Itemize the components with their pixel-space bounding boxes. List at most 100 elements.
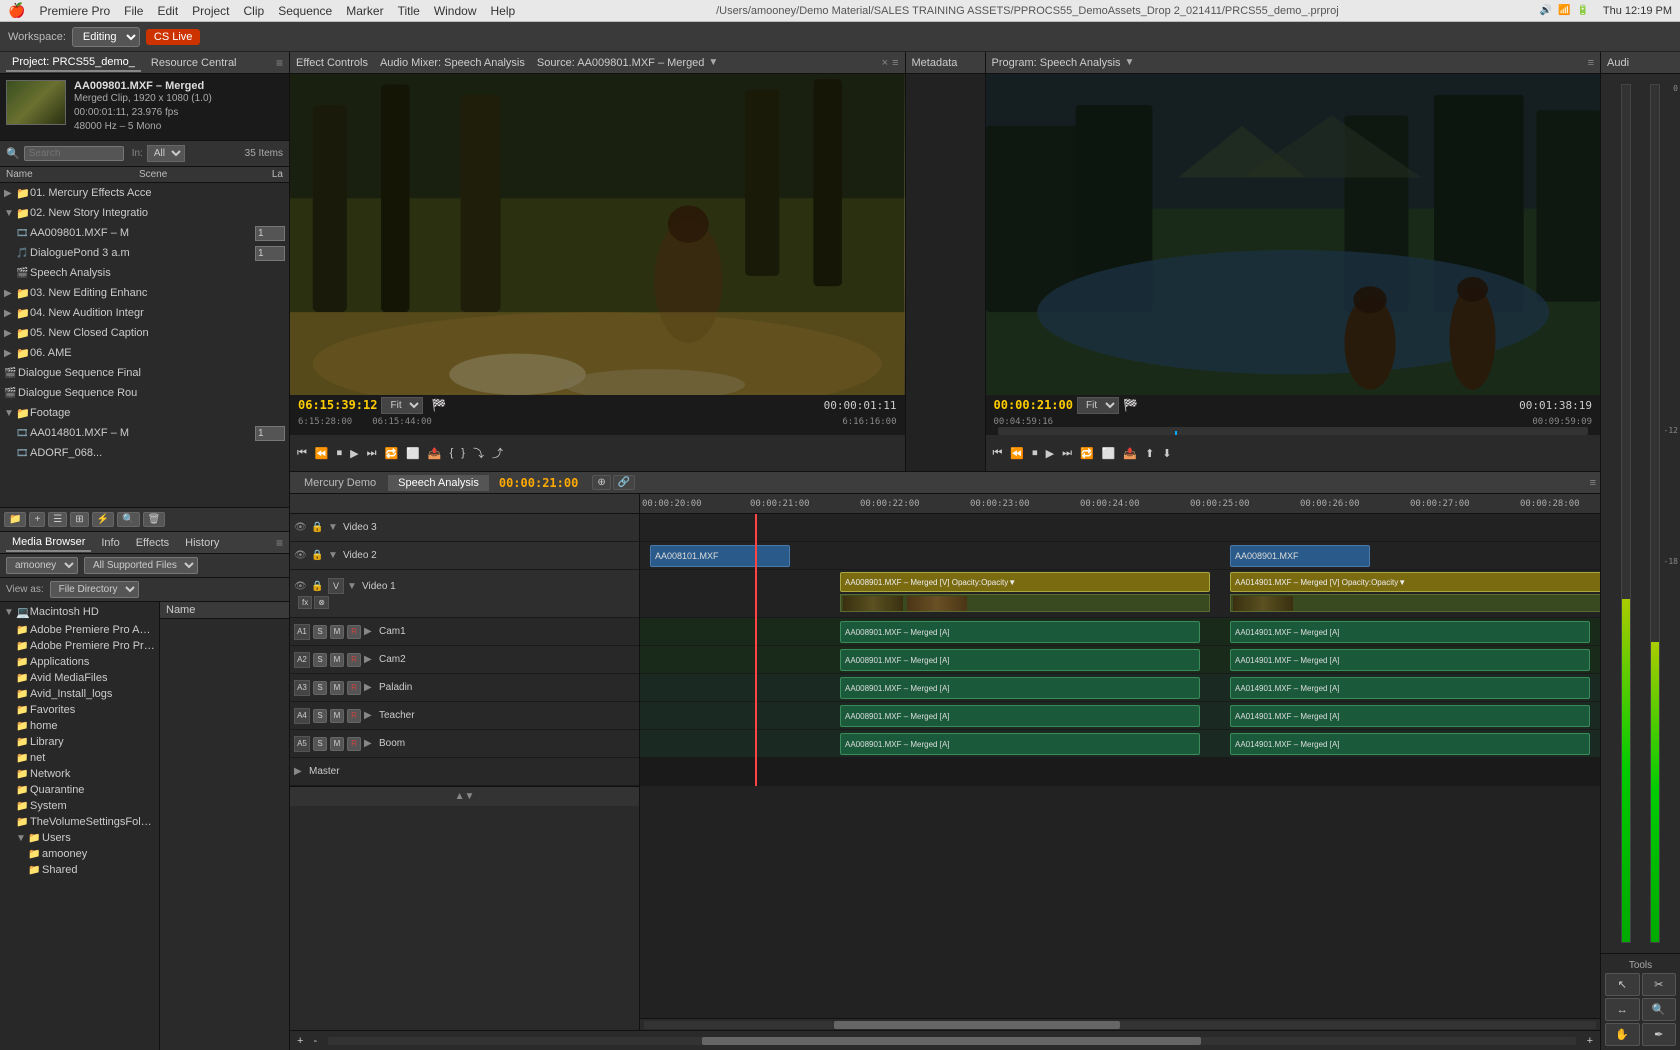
track-expand-icon[interactable]: ▶ [294,766,306,777]
monitor-close-icon[interactable]: × [882,57,888,69]
tree-item[interactable]: 🎬 Dialogue Sequence Final [0,363,289,383]
track-solo-icon[interactable]: S [313,681,327,695]
timeline-tracks-area[interactable]: 00:00:20:00 00:00:21:00 00:00:22:00 00:0… [640,494,1600,1030]
timeline-clip[interactable]: AA014901.MXF – Merged [A] [1230,705,1590,727]
track-v1-effect2[interactable]: ⊗ [314,596,329,609]
tree-item[interactable]: ▼ 📁 Users [0,830,159,846]
track-row-a4[interactable]: AA008901.MXF – Merged [A] AA014901.MXF –… [640,702,1600,730]
source-settings-icon[interactable]: ≡ [892,57,898,69]
track-expand-icon[interactable]: ▶ [364,682,376,693]
list-view-button[interactable]: ☰ [48,512,67,527]
track-mute-icon[interactable]: M [330,737,344,751]
menu-marker[interactable]: Marker [346,4,383,18]
account-dropdown[interactable]: amooney [6,557,78,574]
track-record-icon[interactable]: R [347,737,361,751]
tree-item[interactable]: 📁 amooney [0,846,159,862]
tree-item[interactable]: 📁 Quarantine [0,782,159,798]
track-expand-icon[interactable]: ▶ [364,738,376,749]
timeline-scrollbar[interactable] [640,1018,1600,1030]
source-stop-button[interactable]: ⏹ [334,445,346,462]
tool-zoom-button[interactable]: 🔍 [1642,998,1677,1021]
tree-item[interactable]: ▶ 📁 05. New Closed Caption [0,323,289,343]
source-play-back-button[interactable]: ⏪ [312,445,332,462]
track-solo-icon[interactable]: S [313,709,327,723]
track-record-icon[interactable]: R [347,709,361,723]
menu-edit[interactable]: Edit [157,4,178,18]
tree-item[interactable]: 📁 home [0,718,159,734]
menu-title[interactable]: Title [398,4,420,18]
program-safe-margin-button[interactable]: ⬜ [1099,445,1119,462]
tree-item[interactable]: 📁 Shared [0,862,159,878]
track-mute-icon[interactable]: M [330,653,344,667]
timeline-zoom-out-button[interactable]: - [310,1033,320,1049]
track-eye-icon[interactable]: 👁 [294,550,308,561]
track-lock-icon[interactable]: 🔒 [311,550,325,561]
tree-item[interactable]: 🎞 ADORF_068... [0,443,289,463]
track-record-icon[interactable]: R [347,681,361,695]
view-as-dropdown[interactable]: File Directory [50,581,139,598]
panel-settings-icon[interactable]: ≡ [276,56,283,70]
program-fit-select[interactable]: Fit [1077,397,1119,414]
resource-central-tab[interactable]: Resource Central [145,55,243,71]
tool-ripple-button[interactable]: ↔ [1605,998,1640,1021]
panel-close-icon[interactable]: ≡ [276,536,283,550]
menu-project[interactable]: Project [192,4,229,18]
source-timeline-bar[interactable]: 6:15:28:00 06:15:44:00 6:16:16:00 [290,415,905,435]
timeline-clip[interactable]: AA008901.MXF – Merged [A] [840,705,1200,727]
effect-controls-tab[interactable]: Effect Controls [296,57,368,69]
timeline-clip[interactable]: AA008901.MXF [1230,545,1370,567]
track-expand-icon[interactable]: ▼ [328,550,340,561]
time-ruler[interactable]: 00:00:20:00 00:00:21:00 00:00:22:00 00:0… [640,494,1600,514]
source-video-display[interactable] [290,74,905,395]
track-mute-icon[interactable]: M [330,681,344,695]
tree-item[interactable]: 🎵 DialoguePond 3 a.m [0,243,289,263]
metadata-tab[interactable]: Metadata [912,57,958,69]
timeline-clip[interactable]: AA014901.MXF – Merged [A] [1230,621,1590,643]
track-row-master[interactable] [640,758,1600,786]
program-video-display[interactable] [986,74,1601,395]
cs-live-button[interactable]: CS Live [146,29,201,45]
a2-label[interactable]: A2 [294,652,310,668]
timeline-clip[interactable]: AA014901.MXF – Merged [A] [1230,733,1590,755]
apple-menu[interactable]: 🍎 [8,2,25,19]
source-step-back-button[interactable]: ⏮ [294,445,310,462]
program-loop-button[interactable]: 🔁 [1077,445,1097,462]
a3-label[interactable]: A3 [294,680,310,696]
tree-item[interactable]: 🎬 Dialogue Sequence Rou [0,383,289,403]
timeline-clip[interactable]: AA008901.MXF – Merged [A] [840,649,1200,671]
source-fit-select[interactable]: Fit [381,397,423,414]
track-expand-icon[interactable]: ▶ [364,710,376,721]
menu-help[interactable]: Help [491,4,516,18]
menu-window[interactable]: Window [434,4,477,18]
timeline-clip[interactable]: AA008101.MXF [650,545,790,567]
track-row-a2[interactable]: AA008901.MXF – Merged [A] AA014901.MXF –… [640,646,1600,674]
tree-item[interactable]: 📁 Applications [0,654,159,670]
tool-select-button[interactable]: ↖ [1605,973,1640,996]
delete-button[interactable]: 🗑 [143,512,166,527]
track-lock-icon[interactable]: 🔒 [311,522,325,533]
source-out-point-button[interactable]: } [458,445,468,461]
program-step-fwd-button[interactable]: ⏭ [1059,445,1075,462]
tool-razor-button[interactable]: ✂ [1642,973,1677,996]
timeline-clip[interactable]: AA008901.MXF – Merged [V] Opacity:Opacit… [840,572,1210,592]
search-input[interactable] [24,146,124,161]
timeline-clip[interactable]: AA008901.MXF – Merged [A] [840,733,1200,755]
new-bin-button[interactable]: 📁 [4,512,26,527]
tree-item[interactable]: 📁 Library [0,734,159,750]
track-scroll-down[interactable]: ▼ [465,791,475,802]
track-eye-icon[interactable]: 👁 [294,581,308,592]
track-record-icon[interactable]: R [347,653,361,667]
track-solo-icon[interactable]: S [313,737,327,751]
a1-label[interactable]: A1 [294,624,310,640]
program-settings-icon[interactable]: ≡ [1588,57,1594,69]
clip-thumbnail[interactable] [6,80,66,125]
timeline-tab-speech[interactable]: Speech Analysis [388,475,489,491]
track-solo-icon[interactable]: S [313,653,327,667]
menu-sequence[interactable]: Sequence [278,4,332,18]
tree-field-input[interactable] [255,426,285,441]
track-v1-effect1[interactable]: fx [298,596,312,609]
tool-hand-button[interactable]: ✋ [1605,1023,1640,1046]
timeline-settings-button[interactable]: ⊕ [592,475,610,490]
timeline-clip[interactable]: AA014901.MXF – Merged [V] Opacity:Opacit… [1230,572,1600,592]
timeline-add-track-button[interactable]: + [294,1033,306,1049]
